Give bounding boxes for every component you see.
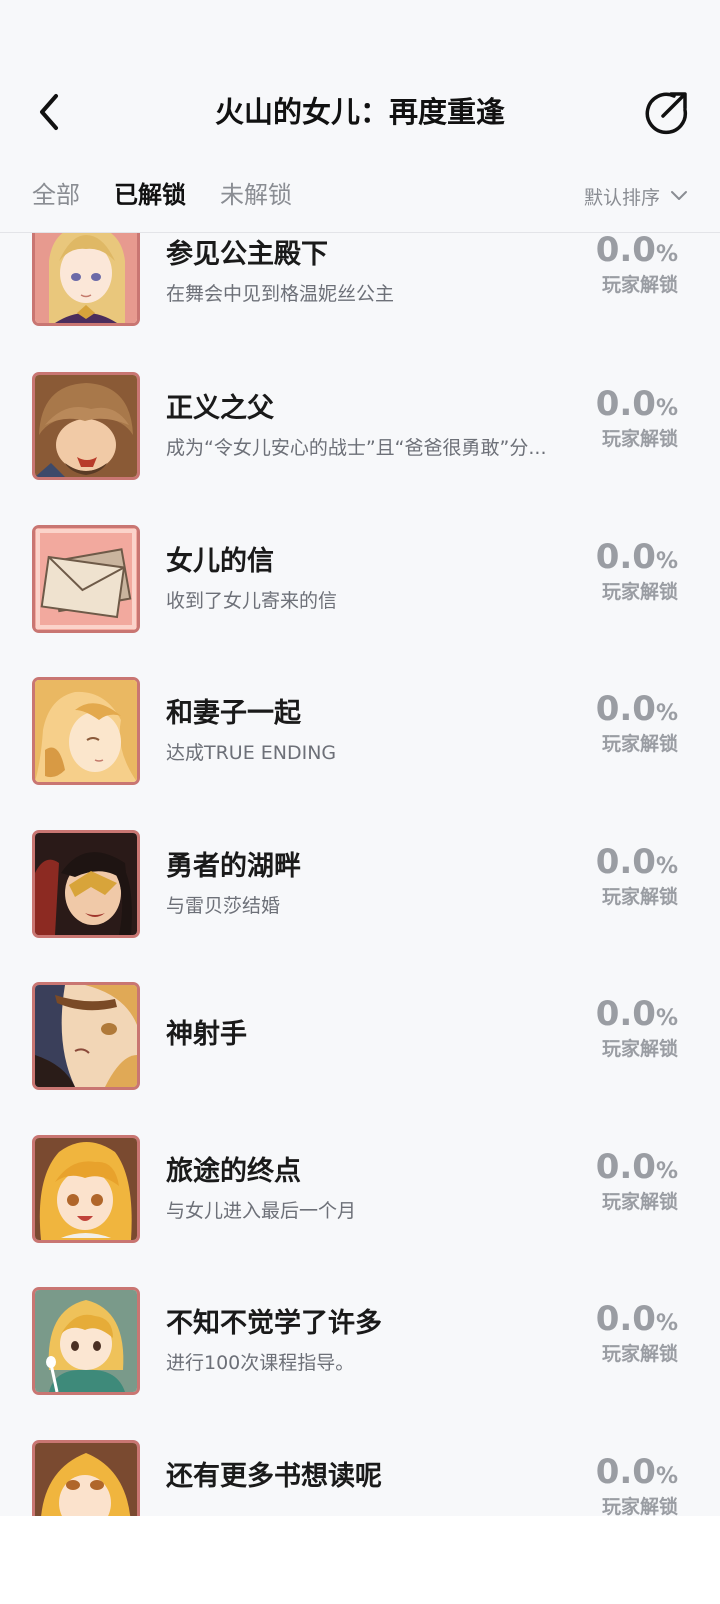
- share-button[interactable]: [644, 90, 690, 136]
- achievement-name: 神射手: [166, 1019, 247, 1050]
- daughter-smile-image: [35, 1138, 137, 1240]
- achievement-thumbnail: [32, 830, 140, 938]
- header-divider: [0, 232, 720, 233]
- tab-all[interactable]: 全部: [32, 172, 80, 218]
- achievement-description: 在舞会中见到格温妮丝公主: [166, 283, 395, 305]
- achievement-name: 不知不觉学了许多: [166, 1308, 382, 1339]
- achievement-thumbnail: [32, 1440, 140, 1516]
- achievement-thumbnail: [32, 525, 140, 633]
- achievement-row[interactable]: 女儿的信 收到了女儿寄来的信 0.0% 玩家解锁: [0, 525, 720, 633]
- unlock-label: 玩家解锁: [601, 274, 678, 296]
- sort-dropdown[interactable]: 默认排序: [584, 176, 688, 216]
- achievement-name: 参见公主殿下: [166, 239, 328, 270]
- page-title: 火山的女儿：再度重逢: [214, 95, 505, 129]
- achievement-row[interactable]: 不知不觉学了许多 进行100次课程指导。 0.0% 玩家解锁: [0, 1287, 720, 1395]
- achievement-description: 成为“令女儿安心的战士”且“爸爸很勇敢”分...: [166, 437, 547, 459]
- wife-image: [35, 680, 137, 782]
- unlock-label: 玩家解锁: [601, 428, 678, 450]
- achievement-description: 收到了女儿寄来的信: [166, 590, 338, 612]
- back-button[interactable]: [30, 88, 70, 136]
- letter-image: [35, 528, 137, 630]
- achievement-thumbnail: [32, 372, 140, 480]
- chevron-left-icon: [40, 94, 58, 130]
- masked-hero-image: [35, 833, 137, 935]
- achievement-name: 正义之父: [166, 393, 274, 424]
- achievement-row[interactable]: 还有更多书想读呢 0.0% 玩家解锁: [0, 1440, 720, 1516]
- achievement-description: 与雷贝莎结婚: [166, 895, 281, 917]
- header: 火山的女儿：再度重逢 全部 已解锁 未解锁 默认排序: [0, 0, 720, 232]
- achievement-name: 女儿的信: [166, 546, 274, 577]
- achievement-thumbnail: [32, 1135, 140, 1243]
- unlock-label: 玩家解锁: [601, 1343, 678, 1365]
- achievement-row[interactable]: 正义之父 成为“令女儿安心的战士”且“爸爸很勇敢”分... 0.0% 玩家解锁: [0, 372, 720, 480]
- achievement-thumbnail: [32, 677, 140, 785]
- chevron-down-icon: [671, 191, 687, 200]
- achievement-name: 旅途的终点: [166, 1156, 301, 1187]
- unlock-label: 玩家解锁: [601, 886, 678, 908]
- daughter-books-image: [35, 1443, 137, 1516]
- unlock-label: 玩家解锁: [601, 733, 678, 755]
- achievement-description: 达成TRUE ENDING: [166, 742, 337, 764]
- tab-unlocked[interactable]: 已解锁: [114, 172, 186, 218]
- unlock-label: 玩家解锁: [601, 1191, 678, 1213]
- achievement-name: 还有更多书想读呢: [166, 1461, 382, 1492]
- unlock-label: 玩家解锁: [601, 581, 678, 603]
- share-arrow-icon: [645, 92, 688, 135]
- achievement-thumbnail: [32, 218, 140, 326]
- achievement-row[interactable]: 旅途的终点 与女儿进入最后一个月 0.0% 玩家解锁: [0, 1135, 720, 1243]
- achievement-row[interactable]: 神射手 0.0% 玩家解锁: [0, 982, 720, 1090]
- unlock-label: 玩家解锁: [601, 1038, 678, 1060]
- achievement-row[interactable]: 和妻子一起 达成TRUE ENDING 0.0% 玩家解锁: [0, 677, 720, 785]
- filter-tabs: 全部 已解锁 未解锁: [32, 172, 326, 218]
- unlock-label: 玩家解锁: [601, 1496, 678, 1516]
- achievement-row[interactable]: 勇者的湖畔 与雷贝莎结婚 0.0% 玩家解锁: [0, 830, 720, 938]
- marksman-image: [35, 985, 137, 1087]
- daughter-study-image: [35, 1290, 137, 1392]
- achievement-name: 勇者的湖畔: [166, 851, 301, 882]
- father-image: [35, 375, 137, 477]
- achievement-row[interactable]: 参见公主殿下 在舞会中见到格温妮丝公主 0.0% 玩家解锁: [0, 218, 720, 326]
- blonde-princess-image: [35, 221, 137, 323]
- sort-label: 默认排序: [583, 186, 660, 209]
- achievement-description: 与女儿进入最后一个月: [166, 1200, 357, 1222]
- achievement-description: 进行100次课程指导。: [166, 1352, 355, 1374]
- achievement-thumbnail: [32, 1287, 140, 1395]
- tab-locked[interactable]: 未解锁: [220, 172, 292, 218]
- achievements-screen: 参见公主殿下 在舞会中见到格温妮丝公主 0.0% 玩家解锁 正义之父 成为“令女…: [0, 0, 720, 1516]
- achievement-thumbnail: [32, 982, 140, 1090]
- achievement-name: 和妻子一起: [166, 698, 301, 729]
